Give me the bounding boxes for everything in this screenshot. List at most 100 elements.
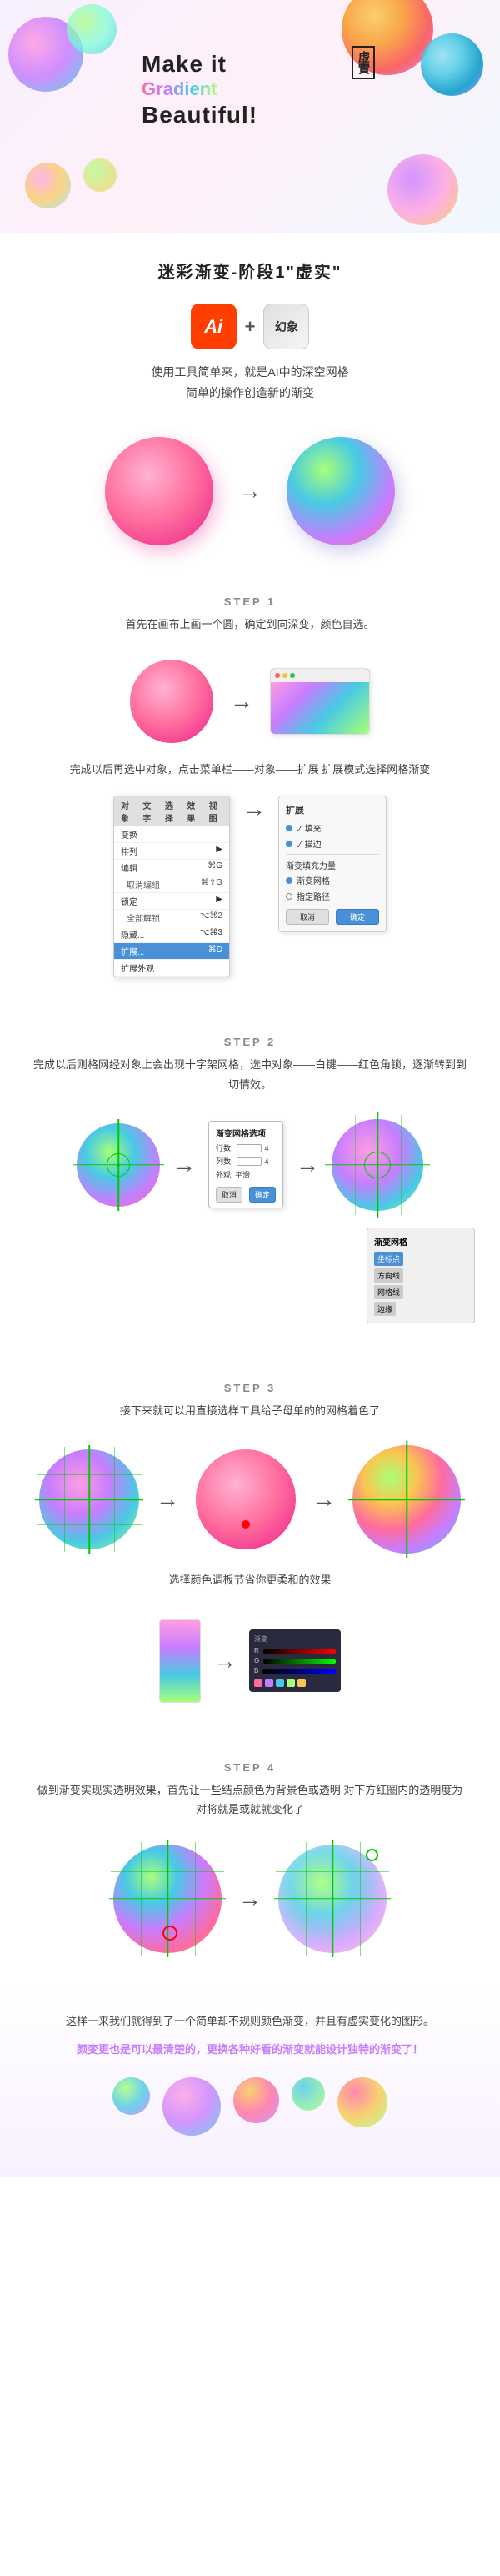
step1-label: STEP 1 <box>0 579 500 615</box>
step2-dialog-title: 渐变网格选项 <box>216 1127 276 1139</box>
step2-ok-btn[interactable]: 确定 <box>249 1187 276 1203</box>
color-bar-b <box>262 1669 336 1674</box>
dialog-row-3: 外观: 平滑 <box>216 1169 276 1180</box>
hero-bubble-6 <box>83 158 117 192</box>
step4-ch-v2 <box>332 1840 333 1957</box>
step2-dialog: 渐变网格选项 行数: 4 列数: 4 外观: 平滑 取消 确定 <box>208 1121 283 1208</box>
menu-item-ziyou[interactable]: 隐藏...⌥⌘3 <box>114 926 229 943</box>
expand-ok-btn[interactable]: 确定 <box>336 909 379 925</box>
step2-result-wrap <box>332 1119 423 1211</box>
color-bar-g <box>263 1659 336 1664</box>
color-bar-r <box>263 1649 336 1654</box>
menu-item-suoding[interactable]: 锁定▶ <box>114 893 229 910</box>
step3-desc2: 选择颜色调板节省你更柔和的效果 <box>0 1570 500 1606</box>
step1-arrow: → <box>230 688 253 715</box>
hero-bubble-2 <box>67 4 117 54</box>
gradient-panel-header <box>271 669 369 682</box>
radio-path[interactable] <box>286 893 292 900</box>
step3-ball2 <box>196 1449 296 1549</box>
step4-red-circle-indicator <box>162 1926 178 1941</box>
step1-desc2: 完成以后再选中对象，点击菜单栏——对象——扩展 扩展模式选择网格渐变 <box>0 760 500 796</box>
menu-item-bianji[interactable]: 编辑⌘G <box>114 860 229 876</box>
expand-cancel-btn[interactable]: 取消 <box>286 909 329 925</box>
step1-desc: 首先在画布上画一个圆，确定到向深变，颜色自选。 <box>0 615 500 650</box>
bottom-section: 这样一来我们就得到了一个简单却不规则颜色渐变，并且有虚实变化的图形。 颜变更也是… <box>0 1986 500 2177</box>
step1-ball-pink <box>130 660 213 743</box>
ball-demo-row: → <box>0 420 500 579</box>
app-icons-row: Ai + 幻象 <box>0 291 500 358</box>
traffic-light-green <box>290 673 295 678</box>
swatch-4 <box>287 1679 295 1687</box>
step1-gradient-panel-wrap <box>270 668 370 735</box>
swatch-1 <box>254 1679 262 1687</box>
hero-text: Make it Gradient Beautiful! <box>142 50 258 130</box>
menu-panel: 对象 文字 选择 效果 视图 变换 排列▶ 编辑⌘G 取消编组⌘⇧G 锁定▶ 全… <box>113 796 230 977</box>
step3-arrow2: → <box>312 1486 336 1513</box>
step1-demo: → <box>0 651 500 760</box>
step1-menu-arrow: → <box>242 796 266 822</box>
step2-info-panel: 渐变网格 坐标点 方向线 网格线 边缘 <box>367 1228 475 1323</box>
bottom-bubble-1 <box>112 2077 150 2115</box>
step3-grid-h2 <box>37 1524 142 1525</box>
step3-red-dot <box>242 1520 250 1529</box>
expand-buttons: 取消 确定 <box>286 909 379 925</box>
step4-green-circle <box>366 1849 378 1861</box>
step3-desc: 接下来就可以用直接选样工具给子母单的的网格着色了 <box>0 1401 500 1437</box>
step2-demo: → 渐变网格选项 行数: 4 列数: 4 外观: 平滑 取 <box>0 1111 500 1228</box>
step4-label: STEP 4 <box>0 1745 500 1780</box>
step4-ball1-wrap <box>113 1845 222 1953</box>
step3-grid-v1 <box>64 1447 65 1552</box>
bottom-bubbles <box>25 2061 475 2144</box>
swatch-5 <box>298 1679 306 1687</box>
hero-bubble-5 <box>25 163 71 208</box>
phantom-app-icon: 幻象 <box>263 304 309 349</box>
radio-stroke[interactable] <box>286 841 292 847</box>
step3-label: STEP 3 <box>0 1365 500 1401</box>
step2-panels: 渐变网格选项 行数: 4 列数: 4 外观: 平滑 取消 确定 <box>208 1121 283 1208</box>
bottom-text-main: 这样一来我们就得到了一个简单却不规则颜色渐变，并且有虚实变化的图形。 <box>25 2011 475 2032</box>
subtitle-text: 使用工具简单来，就是AI中的深空网格 简单的操作创造新的渐变 <box>0 358 500 420</box>
grid-line-v-left <box>355 1115 356 1215</box>
hero-title-line1: Make it <box>142 50 258 78</box>
step4-grid-v1 <box>141 1842 142 1956</box>
input-cols[interactable] <box>237 1157 262 1166</box>
expand-panel-title: 扩展 <box>286 803 379 816</box>
input-rows[interactable] <box>237 1144 262 1152</box>
step4-grid-h1 <box>111 1871 224 1872</box>
ball-gradient-after <box>287 437 395 545</box>
grid-line-v-right <box>401 1115 402 1215</box>
menu-header: 对象 文字 选择 效果 视图 <box>114 796 229 826</box>
dialog-row-2: 列数: 4 <box>216 1156 276 1167</box>
menu-item-qubu[interactable]: 全部解锁⌥⌘2 <box>114 910 229 926</box>
menu-item-kuozhan[interactable]: 扩展...⌘D <box>114 943 229 960</box>
step2-dialog-buttons: 取消 确定 <box>216 1187 276 1203</box>
radio-gradient[interactable] <box>286 877 292 884</box>
hero-side-text: 虛實 <box>352 46 375 79</box>
menu-item-paixe[interactable]: 排列▶ <box>114 843 229 860</box>
menu-item-bianhuan[interactable]: 变换 <box>114 826 229 843</box>
hero-bubble-7 <box>388 154 458 225</box>
menu-item-kuozhanwaixian[interactable]: 扩展外观 <box>114 960 229 977</box>
ch-dot-1 <box>117 1163 120 1167</box>
gradient-preview <box>271 682 369 732</box>
bottom-highlight-text: 颜变更也是可以最清楚的，更换各种好看的渐变就能设计独特的渐变了！ <box>77 2043 423 2056</box>
step4-desc: 做到渐变实现实透明效果，首先让一些结点颜色为背景色或透明 对下方红圈内的透明度为… <box>0 1780 500 1836</box>
step2-ball-wrap <box>77 1123 160 1207</box>
menu-item-quxiao[interactable]: 取消编组⌘⇧G <box>114 876 229 893</box>
bottom-bubble-3 <box>233 2077 279 2123</box>
step3-row2-arrow: → <box>213 1648 237 1675</box>
step3-ch-v <box>88 1445 90 1554</box>
step3-demo: → → <box>0 1437 500 1570</box>
expand-option-3: 渐变填充力量 渐变网格 指定路径 <box>286 854 379 902</box>
radio-fill[interactable] <box>286 825 292 831</box>
expand-option-1: ✓ 填充 <box>286 821 379 834</box>
main-content: 迷彩渐变-阶段1"虚实" Ai + 幻象 使用工具简单来，就是AI中的深空网格 … <box>0 233 500 2177</box>
step2-arrow1: → <box>172 1152 196 1178</box>
hero-gradient-word: Gradient <box>142 78 217 100</box>
step4-demo: → <box>0 1836 500 1970</box>
hero-section: Make it Gradient Beautiful! 虛實 <box>0 0 500 233</box>
step2-cancel-btn[interactable]: 取消 <box>216 1187 242 1203</box>
step3-arrow1: → <box>156 1486 179 1513</box>
step3-row2: → 渐变 R G B <box>0 1607 500 1728</box>
traffic-light-yellow <box>282 673 288 678</box>
